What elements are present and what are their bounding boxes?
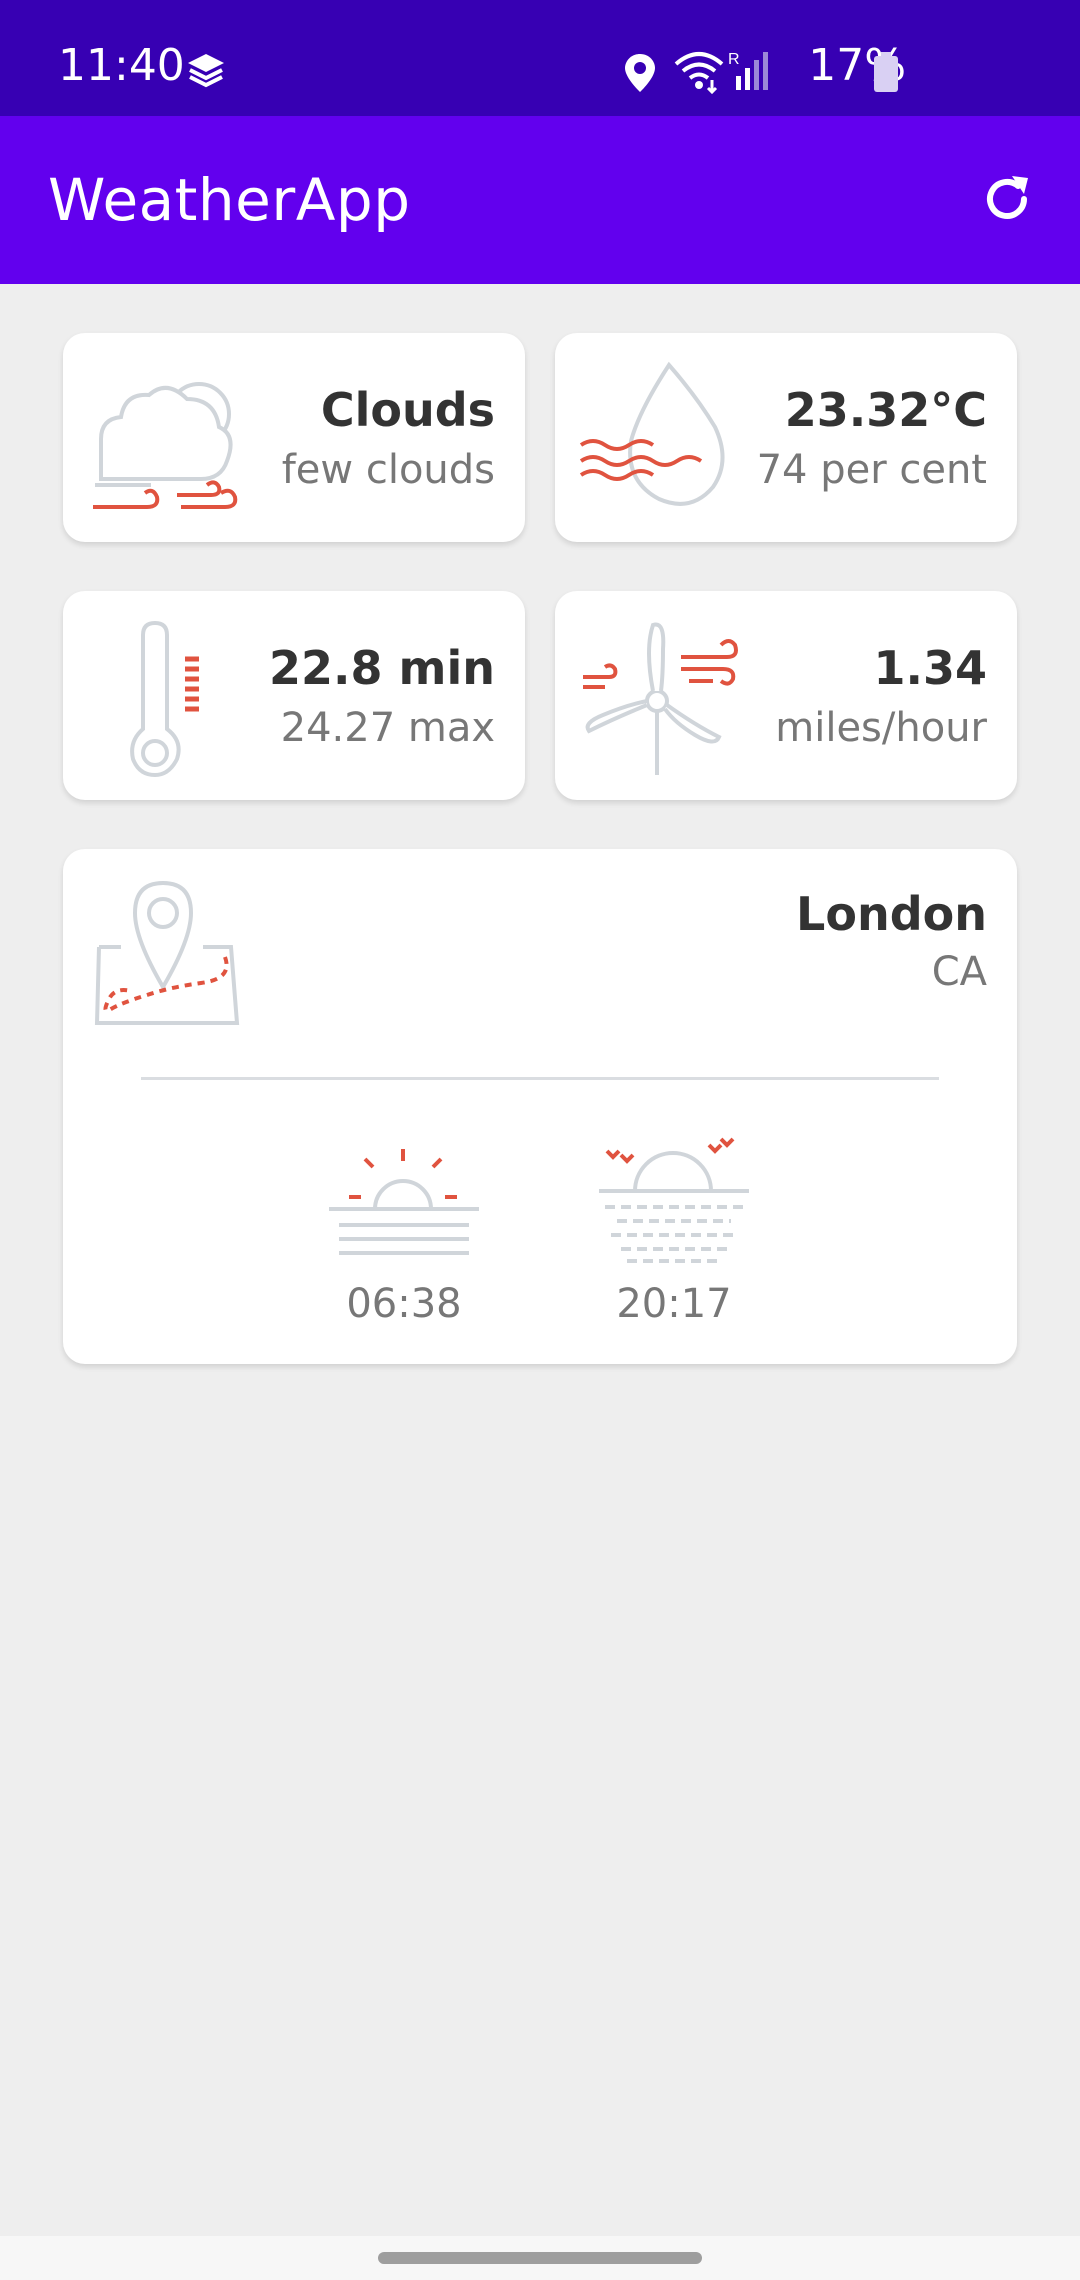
sunset-icon (599, 1137, 749, 1263)
navigation-bar (0, 2236, 1080, 2280)
thermometer-icon (130, 620, 199, 778)
wind-unit: miles/hour (775, 705, 987, 751)
temperature-card: 23.32°C 74 per cent (555, 333, 1017, 542)
temperature-value: 23.32°C (784, 383, 987, 437)
sunrise-icon (329, 1149, 479, 1255)
humidity-drop-icon (579, 361, 725, 506)
location-card: London CA 06:38 20:17 (63, 849, 1017, 1364)
wind-card: 1.34 miles/hour (555, 591, 1017, 800)
location-icon (625, 54, 655, 92)
home-indicator[interactable] (378, 2252, 702, 2264)
app-bar: WeatherApp (0, 116, 1080, 284)
temperature-max: 24.27 max (280, 705, 495, 751)
location-city: London (796, 887, 987, 941)
minmax-card: 22.8 min 24.27 max (63, 591, 525, 800)
sunrise-time: 06:38 (346, 1281, 462, 1327)
status-bar: 11:40 R 17% (0, 0, 1080, 116)
temperature-min: 22.8 min (269, 641, 495, 695)
location-country: CA (931, 949, 987, 995)
battery-icon (874, 52, 898, 92)
humidity-value: 74 per cent (756, 447, 987, 493)
status-time: 11:40 (58, 40, 185, 91)
divider (141, 1077, 939, 1080)
app-title: WeatherApp (48, 166, 411, 234)
condition-card: Clouds few clouds (63, 333, 525, 542)
wind-speed: 1.34 (873, 641, 988, 695)
map-pin-icon (94, 880, 240, 1025)
condition-main: Clouds (320, 383, 495, 437)
refresh-icon[interactable] (980, 172, 1034, 226)
signal-icon: R (728, 51, 768, 90)
condition-description: few clouds (281, 447, 495, 493)
sunset-time: 20:17 (616, 1281, 732, 1327)
wifi-icon (674, 52, 724, 94)
layers-icon (188, 54, 224, 88)
svg-text:R: R (728, 51, 740, 68)
clouds-wind-icon (93, 382, 238, 509)
wind-turbine-icon (583, 622, 738, 775)
